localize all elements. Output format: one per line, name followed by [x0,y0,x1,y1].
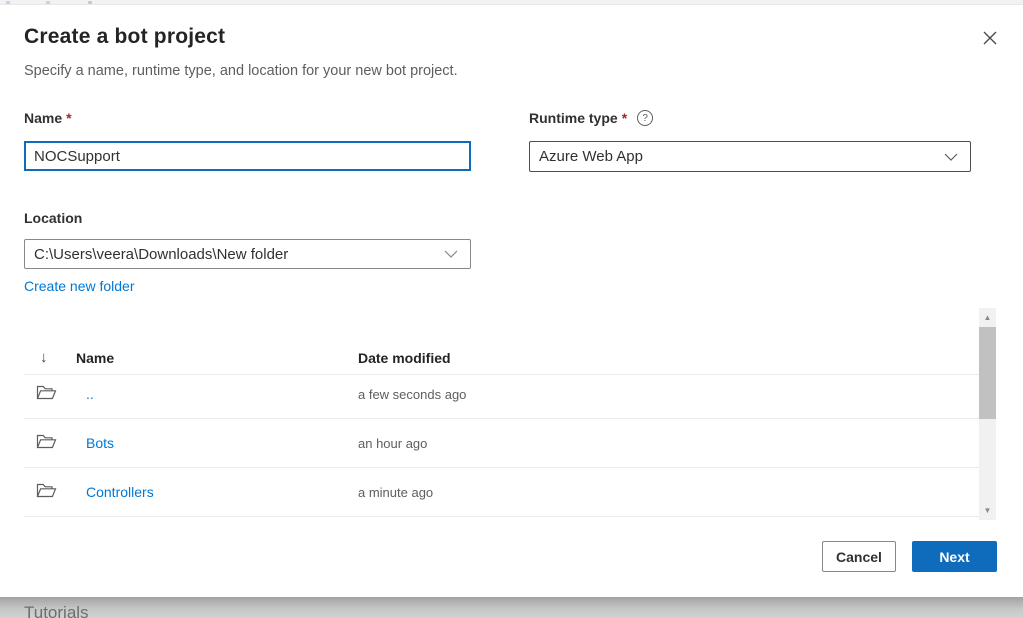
background-artifact [88,1,92,4]
table-scrollbar[interactable]: ▲ ▼ [979,308,996,520]
table-row[interactable]: .. a few seconds ago [24,370,996,419]
help-icon[interactable]: ? [637,110,653,126]
folder-link[interactable]: Bots [86,435,114,451]
runtime-label-text: Runtime type [529,110,618,126]
table-row[interactable]: Controllers a minute ago [24,468,996,517]
location-field-label: Location [24,210,82,226]
background-page-bottom: Tutorials [0,597,1023,618]
location-selected-value: C:\Users\veera\Downloads\New folder [34,246,288,263]
table-row[interactable]: Bots an hour ago [24,419,996,468]
location-dropdown[interactable]: C:\Users\veera\Downloads\New folder [24,239,471,269]
close-button[interactable] [976,24,1004,52]
dialog-title: Create a bot project [24,25,225,49]
runtime-type-dropdown[interactable]: Azure Web App [529,141,971,172]
open-folder-icon [36,433,57,450]
background-artifact [46,1,50,4]
background-tutorials-text: Tutorials [24,603,89,618]
scrollbar-thumb[interactable] [979,327,996,419]
close-icon [983,31,997,45]
required-asterisk: * [622,110,627,126]
open-folder-icon [36,384,57,401]
location-label-text: Location [24,210,82,226]
name-field-label: Name * [24,110,72,126]
dialog-subtitle: Specify a name, runtime type, and locati… [24,63,458,79]
runtime-selected-value: Azure Web App [539,148,643,165]
runtime-field-label: Runtime type * ? [529,110,653,126]
next-button[interactable]: Next [912,541,997,572]
date-modified-text: a minute ago [358,485,433,500]
folder-link[interactable]: Controllers [86,484,154,500]
folder-link[interactable]: .. [86,386,94,402]
name-label-text: Name [24,110,62,126]
sort-descending-icon[interactable]: ↓ [40,349,48,366]
cancel-button[interactable]: Cancel [822,541,896,572]
date-modified-text: a few seconds ago [358,387,466,402]
scroll-down-icon[interactable]: ▼ [979,503,996,518]
scroll-up-icon[interactable]: ▲ [979,310,996,325]
create-bot-project-dialog: Create a bot project Specify a name, run… [0,5,1023,597]
chevron-down-icon [444,250,458,258]
column-header-name[interactable]: Name [76,350,114,366]
open-folder-icon [36,482,57,499]
name-input[interactable] [24,141,471,171]
column-header-date-modified[interactable]: Date modified [358,350,451,366]
date-modified-text: an hour ago [358,436,427,451]
background-artifact [6,1,10,4]
create-new-folder-link[interactable]: Create new folder [24,278,135,294]
required-asterisk: * [66,110,71,126]
chevron-down-icon [944,153,958,161]
